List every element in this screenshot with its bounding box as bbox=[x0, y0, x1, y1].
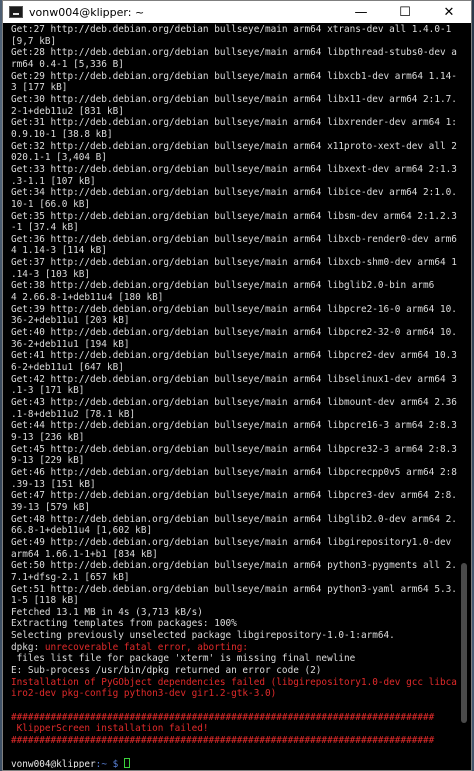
dpkg-prefix: dpkg: bbox=[11, 641, 45, 653]
shell-prompt[interactable]: vonw004@klipper:~ $ bbox=[11, 758, 457, 768]
terminal-line: 4 1.14-3 [114 kB] bbox=[11, 245, 107, 257]
terminal-line: Get:36 http://deb.debian.org/debian bull… bbox=[11, 233, 457, 245]
prompt-user-host: vonw004@klipper bbox=[11, 759, 96, 768]
terminal-line: ########################################… bbox=[11, 735, 435, 747]
terminal-line: Get:44 http://deb.debian.org/debian bull… bbox=[11, 420, 457, 432]
terminal-line: .1-8+deb11u2 [78.1 kB] bbox=[11, 408, 136, 420]
terminal-line: Get:50 http://deb.debian.org/debian bull… bbox=[11, 560, 457, 572]
terminal-line: arm64 1.66.1-1+b1 [834 kB] bbox=[11, 548, 158, 560]
terminal-line: Get:31 http://deb.debian.org/debian bull… bbox=[11, 117, 457, 129]
terminal-line: Get:41 http://deb.debian.org/debian bull… bbox=[11, 350, 457, 362]
terminal-line: Get:28 http://deb.debian.org/debian bull… bbox=[11, 47, 457, 59]
terminal-line: .1-3 [171 kB] bbox=[11, 385, 85, 397]
terminal-line: Get:51 http://deb.debian.org/debian bull… bbox=[11, 583, 457, 595]
terminal-line: .3-1.1 [107 kB] bbox=[11, 175, 96, 187]
terminal-line: dpkg: unrecoverable fatal error, abortin… bbox=[11, 642, 457, 654]
terminal-line: .39-13 [151 kB] bbox=[11, 478, 96, 490]
terminal-line: 3 [177 kB] bbox=[11, 82, 68, 94]
terminal-line: Get:30 http://deb.debian.org/debian bull… bbox=[11, 93, 457, 105]
maximize-button[interactable]: ☐ bbox=[383, 1, 427, 23]
close-button[interactable]: ✕ bbox=[427, 1, 471, 23]
terminal-line: 9-13 [229 kB] bbox=[11, 455, 85, 467]
prompt-path: :~ $ bbox=[95, 759, 124, 768]
terminal-line: 7.1+dfsg-2.1 [657 kB] bbox=[11, 571, 130, 583]
vertical-scrollbar[interactable] bbox=[457, 23, 471, 770]
terminal-line: 10-1 [66.0 kB] bbox=[11, 198, 91, 210]
terminal-line: Fetched 13.1 MB in 4s (3,713 kB/s) bbox=[11, 606, 203, 618]
terminal-output[interactable]: Get:27 http://deb.debian.org/debian bull… bbox=[11, 24, 457, 768]
terminal-line: KlipperScreen installation failed! bbox=[11, 723, 209, 735]
terminal-line: Installation of PyGObject dependencies f… bbox=[11, 676, 457, 688]
terminal-line: Get:46 http://deb.debian.org/debian bull… bbox=[11, 466, 457, 478]
terminal-line: Extracting templates from packages: 100% bbox=[11, 618, 237, 630]
scrollbar-thumb[interactable] bbox=[461, 563, 467, 723]
terminal-line: 2-1+deb11u2 [831 kB] bbox=[11, 105, 124, 117]
terminal-line: 6-2+deb11u1 [647 kB] bbox=[11, 362, 124, 374]
window-title: vonw004@klipper: ~ bbox=[29, 5, 145, 19]
terminal-line: [9,7 kB] bbox=[11, 35, 57, 47]
terminal-line: 36-2+deb11u1 [194 kB] bbox=[11, 338, 130, 350]
terminal-line: 66.8-1+deb11u4 [1,602 kB] bbox=[11, 525, 153, 537]
terminal-line: Get:38 http://deb.debian.org/debian bull… bbox=[11, 280, 435, 292]
terminal-line: 0.9.10-1 [38.8 kB] bbox=[11, 128, 113, 140]
terminal-line: .14-3 [103 kB] bbox=[11, 268, 91, 280]
terminal-line: E: Sub-process /usr/bin/dpkg returned an… bbox=[11, 665, 322, 677]
terminal-line: Get:35 http://deb.debian.org/debian bull… bbox=[11, 210, 457, 222]
terminal-line: 36-2+deb11u1 [203 kB] bbox=[11, 315, 130, 327]
terminal-line: -1 [37.4 kB] bbox=[11, 222, 79, 234]
terminal-line: iro2-dev pkg-config python3-dev gir1.2-g… bbox=[11, 688, 277, 700]
terminal-line: Get:39 http://deb.debian.org/debian bull… bbox=[11, 303, 457, 315]
minimize-button[interactable]: — bbox=[339, 1, 383, 23]
terminal-line: 1-5 [118 kB] bbox=[11, 595, 79, 607]
terminal-line: Get:43 http://deb.debian.org/debian bull… bbox=[11, 397, 457, 408]
terminal-line: 39-13 [579 kB] bbox=[11, 501, 91, 513]
terminal-line: rm64 0.4-1 [5,336 B] bbox=[11, 58, 124, 70]
terminal-line: Get:27 http://deb.debian.org/debian bull… bbox=[11, 24, 452, 35]
text-cursor bbox=[123, 758, 130, 768]
terminal-line: 4 2.66.8-1+deb11u4 [180 kB] bbox=[11, 292, 164, 304]
terminal-line: Get:37 http://deb.debian.org/debian bull… bbox=[11, 257, 457, 269]
dpkg-error-text: unrecoverable fatal error, aborting: bbox=[44, 641, 249, 653]
title-bar[interactable]: vonw004@klipper: ~ — ☐ ✕ bbox=[3, 1, 471, 23]
terminal-line: Get:29 http://deb.debian.org/debian bull… bbox=[11, 70, 457, 82]
terminal-line: Get:49 http://deb.debian.org/debian bull… bbox=[11, 536, 452, 548]
terminal-line: Get:48 http://deb.debian.org/debian bull… bbox=[11, 513, 457, 525]
terminal-line: Get:32 http://deb.debian.org/debian bull… bbox=[11, 140, 457, 152]
terminal-line: Get:40 http://deb.debian.org/debian bull… bbox=[11, 327, 457, 339]
terminal-line: Get:34 http://deb.debian.org/debian bull… bbox=[11, 187, 457, 199]
terminal-line: Get:45 http://deb.debian.org/debian bull… bbox=[11, 443, 457, 455]
terminal-line: Get:33 http://deb.debian.org/debian bull… bbox=[11, 163, 457, 175]
terminal-line: 9-13 [236 kB] bbox=[11, 431, 85, 443]
terminal-line: Selecting previously unselected package … bbox=[11, 630, 395, 642]
terminal-line: files list file for package 'xterm' is m… bbox=[11, 653, 356, 665]
terminal-line: ########################################… bbox=[11, 711, 435, 723]
terminal-line: Get:47 http://deb.debian.org/debian bull… bbox=[11, 490, 457, 502]
terminal-line: 020.1-1 [3,404 B] bbox=[11, 152, 107, 164]
terminal-window[interactable]: vonw004@klipper: ~ — ☐ ✕ Get:27 http://d… bbox=[2, 0, 472, 771]
terminal-line: Get:42 http://deb.debian.org/debian bull… bbox=[11, 373, 457, 385]
terminal-app-icon bbox=[9, 6, 23, 18]
